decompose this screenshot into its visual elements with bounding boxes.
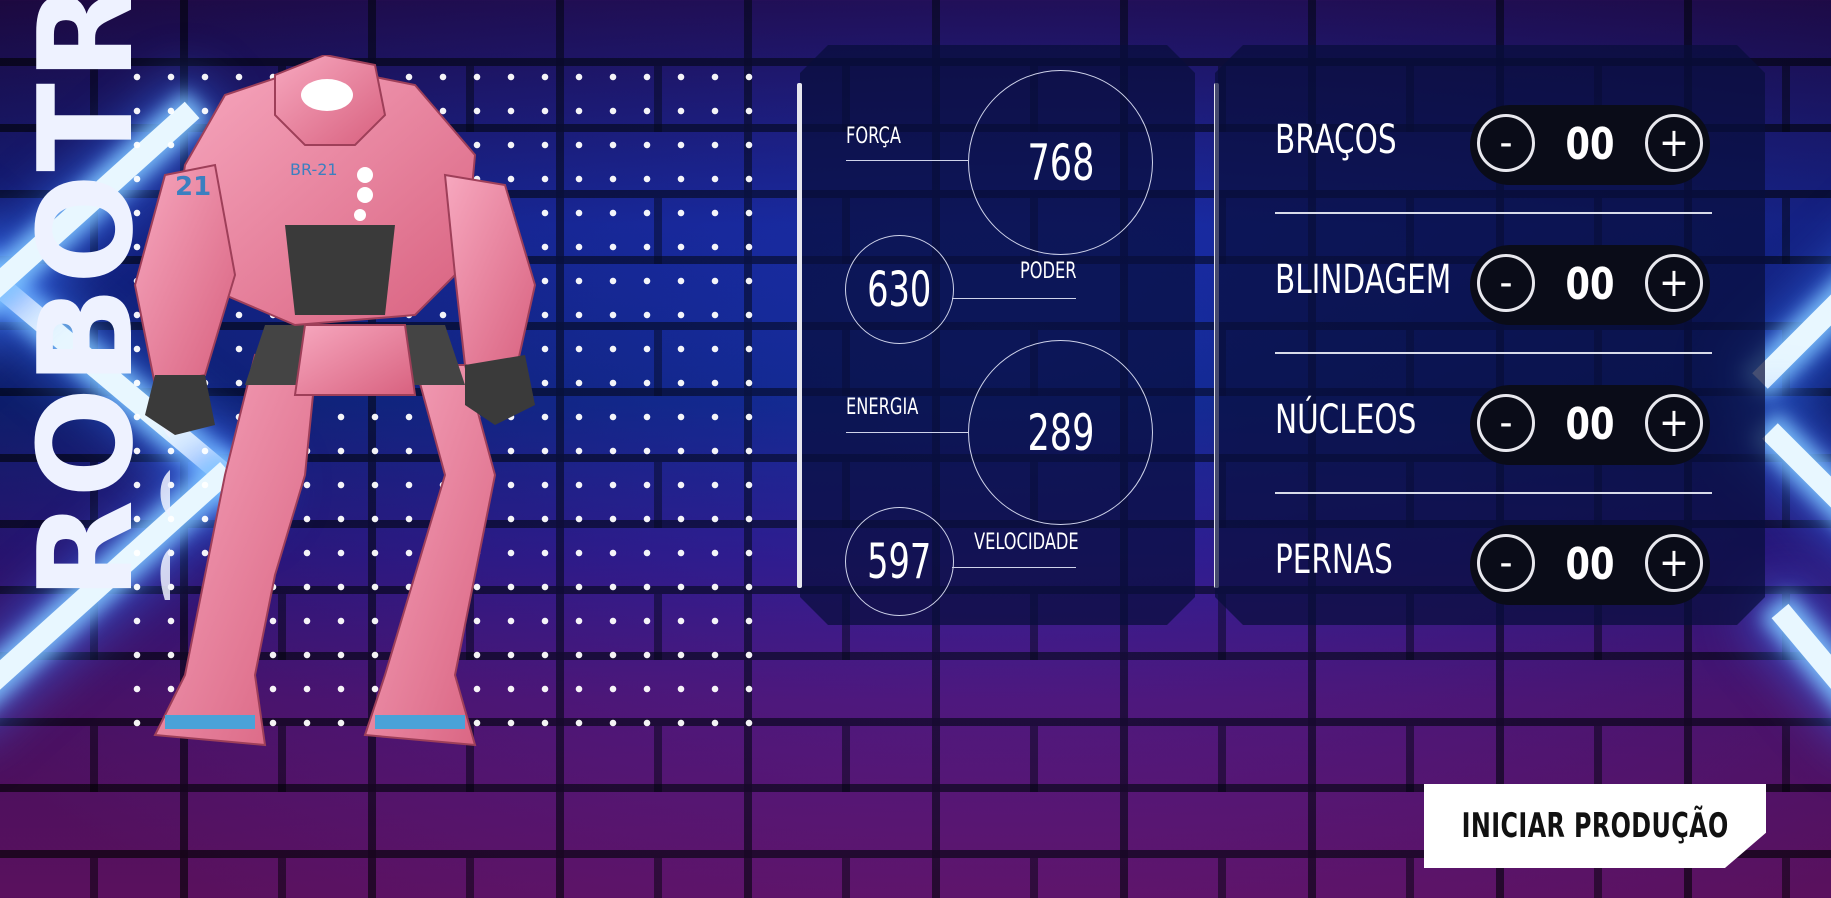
robot-illustration: BR-21 21 [133,55,537,747]
parts-divider-1 [1275,212,1712,214]
start-production-label: INICIAR PRODUÇÃO [1461,806,1729,846]
stat-value-velocidade: 597 [867,533,932,590]
pernas-quantity-value: 00 [1565,539,1615,590]
stat-line-energia [846,432,968,433]
stat-line-poder [952,298,1076,299]
bracos-decrement-button[interactable]: - [1477,114,1535,172]
nucleos-decrement-button[interactable]: - [1477,394,1535,452]
part-row-nucleos: NÚCLEOS - 00 + [1275,385,1715,465]
blindagem-quantity-value: 00 [1565,259,1615,310]
stat-value-energia: 289 [1027,403,1094,462]
stat-label-energia: ENERGIA [846,395,919,420]
stat-circle-poder: 630 [845,235,954,344]
stat-label-forca: FORÇA [846,124,901,149]
stepper-bracos: - 00 + [1470,105,1710,185]
part-row-bracos: BRAÇOS - 00 + [1275,105,1715,185]
bracos-increment-button[interactable]: + [1645,114,1703,172]
pernas-decrement-button[interactable]: - [1477,534,1535,592]
stat-label-velocidade: VELOCIDADE [974,530,1079,555]
stat-label-poder: PODER [1020,259,1077,284]
robot-number: 21 [175,172,211,202]
part-row-pernas: PERNAS - 00 + [1275,525,1715,605]
robot-badge: BR-21 [290,160,338,179]
stepper-blindagem: - 00 + [1470,245,1710,325]
blindagem-decrement-button[interactable]: - [1477,254,1535,312]
stats-panel-left-rule [797,83,802,588]
pernas-increment-button[interactable]: + [1645,534,1703,592]
stat-circle-energia: 289 [968,340,1153,525]
stat-line-velocidade [952,567,1076,568]
part-row-blindagem: BLINDAGEM - 00 + [1275,245,1715,325]
parts-divider-3 [1275,492,1712,494]
part-label-pernas: PERNAS [1275,537,1393,583]
bracos-quantity-value: 00 [1565,119,1615,170]
stepper-nucleos: - 00 + [1470,385,1710,465]
parts-divider-2 [1275,352,1712,354]
stat-line-forca [846,160,968,161]
stat-circle-velocidade: 597 [845,507,954,616]
stat-value-poder: 630 [867,261,932,318]
stepper-pernas: - 00 + [1470,525,1710,605]
nucleos-quantity-value: 00 [1565,399,1615,450]
nucleos-increment-button[interactable]: + [1645,394,1703,452]
blindagem-increment-button[interactable]: + [1645,254,1703,312]
stat-circle-forca: 768 [968,70,1153,255]
start-production-button[interactable]: INICIAR PRODUÇÃO [1424,784,1766,868]
part-label-nucleos: NÚCLEOS [1275,397,1417,443]
part-label-bracos: BRAÇOS [1275,117,1397,163]
stat-value-forca: 768 [1027,133,1094,192]
part-label-blindagem: BLINDAGEM [1275,257,1452,303]
